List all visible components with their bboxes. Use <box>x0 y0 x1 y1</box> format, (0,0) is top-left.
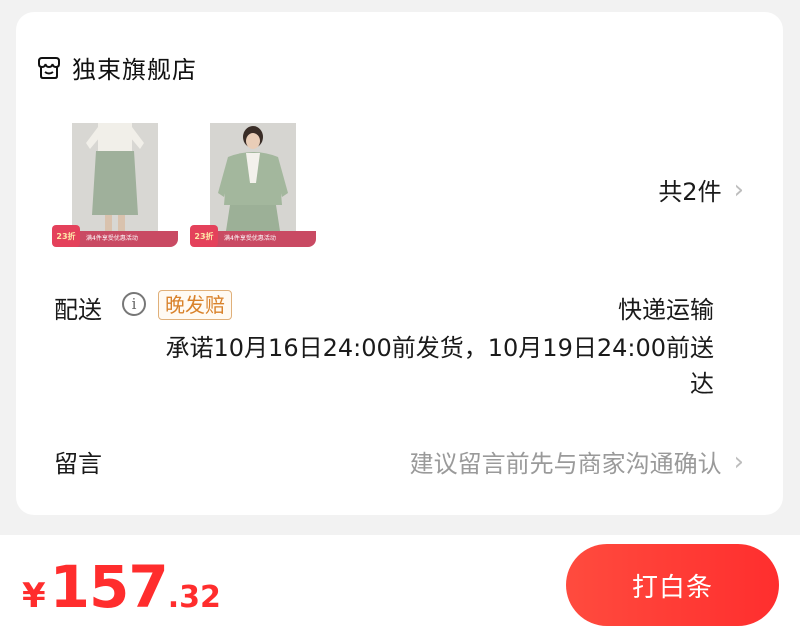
store-header[interactable]: 独束旗舰店 <box>36 50 197 85</box>
shop-icon <box>38 56 60 79</box>
promo-band: 23折 满4件享受优惠活动 <box>190 225 316 247</box>
discount-badge: 23折 <box>52 225 80 247</box>
shipping-method: 快递运输 <box>618 296 714 324</box>
pay-button[interactable]: 打白条 <box>566 544 779 626</box>
late-delivery-badge: 晚发赔 <box>158 290 232 320</box>
product-image <box>72 123 158 231</box>
chevron-right-icon: › <box>733 446 744 477</box>
message-input[interactable]: 建议留言前先与商家沟通确认 › <box>410 444 744 479</box>
promo-band: 23折 满4件享受优惠活动 <box>52 225 178 247</box>
shipping-label: 配送 <box>54 296 102 324</box>
product-thumbnail[interactable]: 23折 满4件享受优惠活动 <box>190 123 316 247</box>
product-thumbnail[interactable]: 23折 满4件享受优惠活动 <box>52 123 178 247</box>
order-card <box>16 12 783 515</box>
promo-text: 满4件享受优惠活动 <box>224 235 276 242</box>
item-count: 共2件 <box>658 178 722 206</box>
message-hint: 建议留言前先与商家沟通确认 <box>409 450 722 478</box>
item-count-link[interactable]: 共2件 › <box>658 172 744 207</box>
price-integer: 157 <box>49 553 169 621</box>
promo-text: 满4件享受优惠活动 <box>86 235 138 242</box>
chevron-right-icon: › <box>733 174 744 205</box>
message-label: 留言 <box>54 450 102 478</box>
product-image <box>210 123 296 231</box>
info-icon[interactable]: i <box>122 292 146 316</box>
discount-badge: 23折 <box>190 225 218 247</box>
price-decimal: .32 <box>167 580 221 615</box>
total-price: ¥ 157 .32 <box>22 553 221 621</box>
store-name: 独束旗舰店 <box>72 56 197 84</box>
currency-symbol: ¥ <box>22 576 46 616</box>
shipping-promise: 承诺10月16日24:00前发货，10月19日24:00前送达 <box>165 334 714 398</box>
